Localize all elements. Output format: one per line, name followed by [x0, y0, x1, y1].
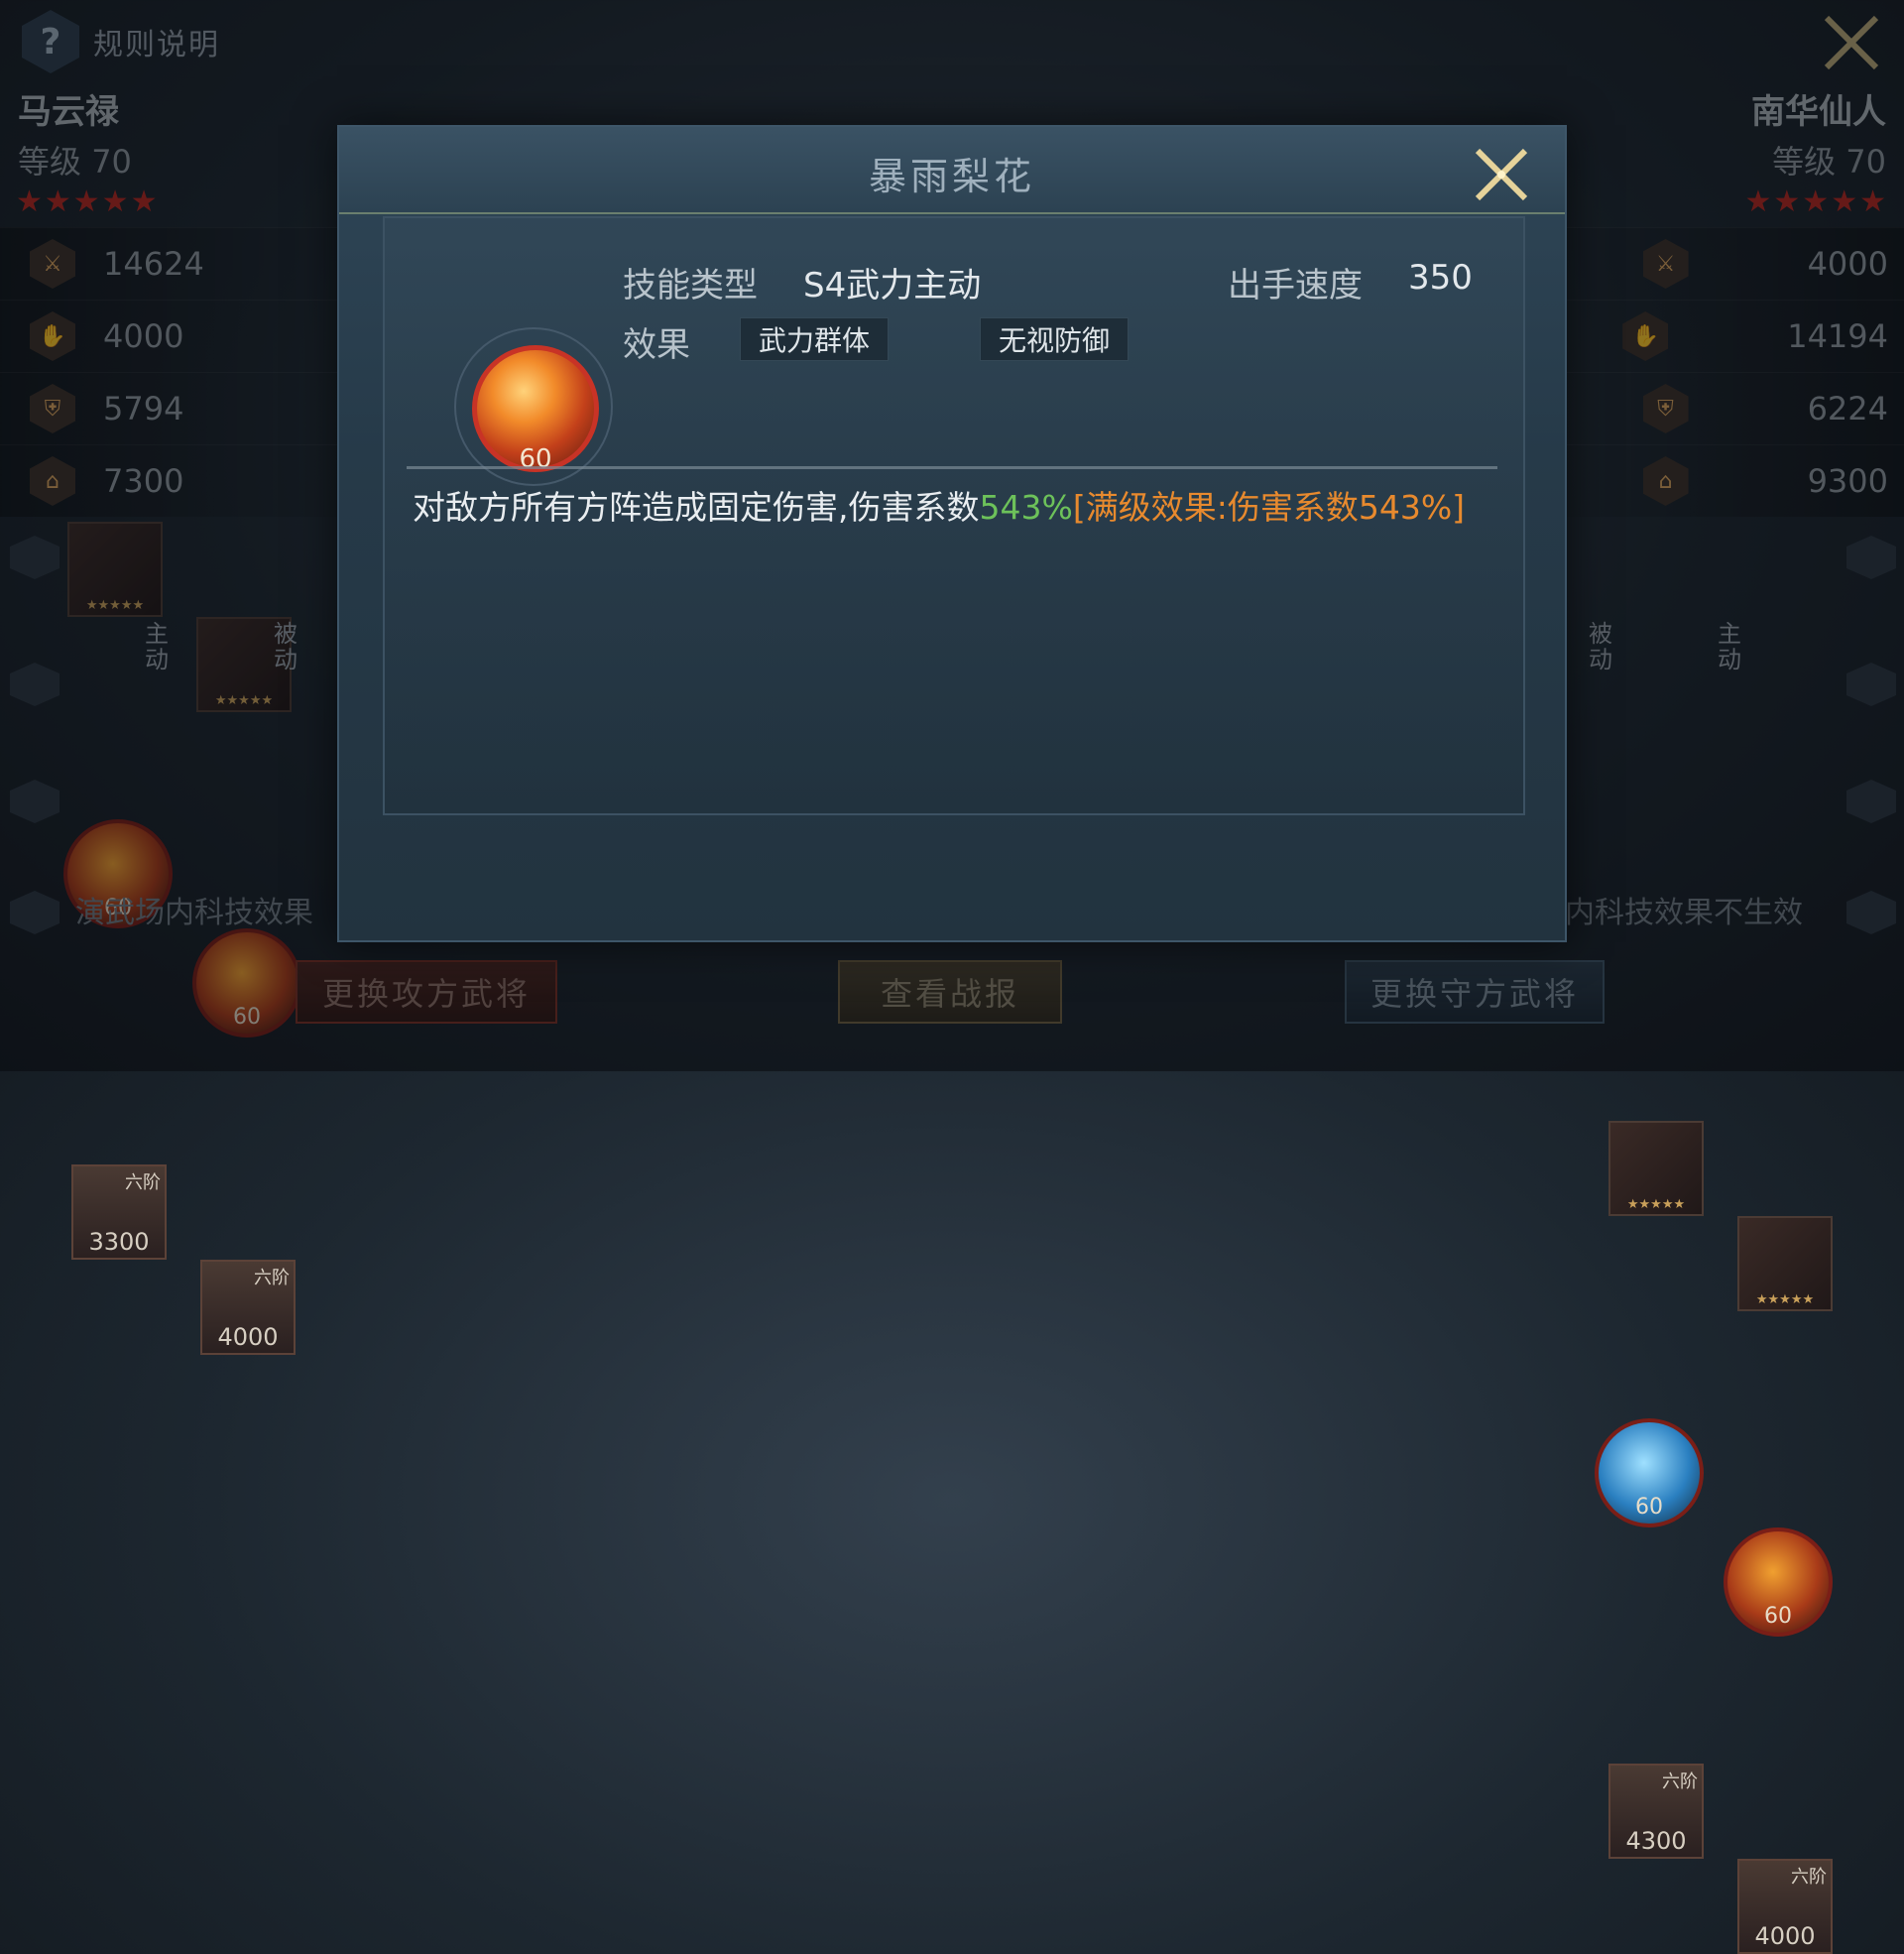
effect-chip: 武力群体: [740, 317, 890, 361]
skill-type-value: S4武力主动: [803, 266, 982, 305]
skill-description: 对敌方所有方阵造成固定伤害,伤害系数543%[满级效果:伤害系数543%]: [413, 481, 1465, 529]
defender-armor-slot[interactable]: ★★★★★: [1608, 1121, 1704, 1216]
troop-rank: 六阶: [125, 1172, 161, 1193]
skill-detail-dialog: 暴雨梨花 60 技能类型 S4武力主动 出手速度 350 效果 武力群体 无视防…: [337, 125, 1567, 942]
attacker-troop-1[interactable]: 六阶 3300: [71, 1164, 167, 1260]
skill-level: 60: [1635, 1495, 1663, 1520]
troop-count: 4300: [1625, 1827, 1687, 1855]
close-icon[interactable]: [1472, 145, 1531, 204]
troop-count: 4000: [1754, 1922, 1816, 1950]
skill-type-label: 技能类型: [623, 266, 758, 305]
book-stars: ★★★★★: [1755, 1292, 1815, 1307]
defender-book-slot[interactable]: ★★★★★: [1737, 1216, 1833, 1311]
defender-troop-1[interactable]: 六阶 4300: [1608, 1764, 1704, 1859]
damage-coefficient: 543%: [979, 488, 1073, 527]
dialog-content: 60 技能类型 S4武力主动 出手速度 350 效果 武力群体 无视防御 对敌方…: [383, 216, 1525, 815]
attacker-troop-2[interactable]: 六阶 4000: [200, 1260, 296, 1355]
speed-value: 350: [1408, 258, 1473, 298]
troop-rank: 六阶: [254, 1268, 290, 1288]
divider: [407, 466, 1497, 469]
skill-level: 60: [1764, 1604, 1792, 1629]
max-level-effect: [满级效果:伤害系数543%]: [1072, 488, 1466, 527]
speed-label: 出手速度: [1228, 266, 1363, 305]
troop-count: 3300: [88, 1228, 150, 1256]
armor-stars: ★★★★★: [1626, 1197, 1686, 1212]
defender-skill-2[interactable]: 60: [1724, 1527, 1833, 1637]
defender-troop-2[interactable]: 六阶 4000: [1737, 1859, 1833, 1954]
skill-level: 60: [519, 444, 552, 474]
effect-chip: 无视防御: [980, 317, 1130, 361]
troop-rank: 六阶: [1662, 1771, 1698, 1792]
dialog-title: 暴雨梨花: [868, 155, 1035, 198]
troop-count: 4000: [217, 1323, 279, 1351]
description-text: 对敌方所有方阵造成固定伤害,伤害系数: [413, 488, 980, 527]
defender-skill-1[interactable]: 60: [1595, 1418, 1704, 1527]
effect-label: 效果: [623, 325, 690, 365]
troop-rank: 六阶: [1791, 1867, 1827, 1888]
